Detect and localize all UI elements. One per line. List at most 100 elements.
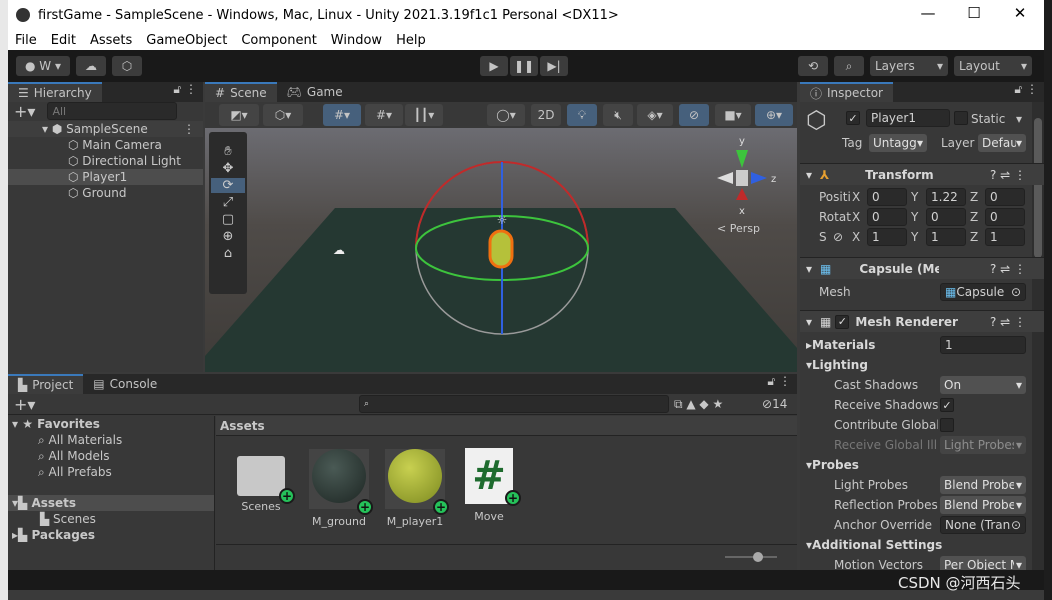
- transform-tool-icon[interactable]: ⊕: [223, 229, 234, 244]
- effects-icon[interactable]: ◈▾: [637, 104, 673, 126]
- receive-shadows-checkbox[interactable]: ✓: [940, 398, 954, 412]
- minimize-button[interactable]: —: [908, 4, 948, 22]
- component-menu-icons[interactable]: ? ⇌ ⋮: [990, 262, 1044, 276]
- lock-icon[interactable]: 🔓︎ ⋮: [767, 374, 797, 394]
- close-button[interactable]: ✕: [1000, 4, 1040, 22]
- mesh-field[interactable]: ▦ Capsule ⊙: [940, 283, 1026, 301]
- asset-m-ground[interactable]: + M_ground: [304, 446, 374, 528]
- transform-z-input[interactable]: 0: [985, 188, 1025, 206]
- layout-dropdown[interactable]: Layout ▾: [954, 56, 1032, 76]
- menu-window[interactable]: Window: [324, 33, 389, 48]
- scene-viewport[interactable]: ☼ ☁ y z x < Persp: [205, 128, 797, 372]
- favorite-item[interactable]: ⌕ All Models: [8, 448, 214, 464]
- tab-game[interactable]: 🎮︎ Game: [277, 82, 353, 102]
- lock-icon[interactable]: 🔓︎ ⋮: [1014, 82, 1044, 102]
- custom-tool-icon[interactable]: ⌂: [224, 246, 232, 261]
- tab-project[interactable]: ▙ Project: [8, 374, 84, 394]
- gizmos-icon[interactable]: ⊕▾: [755, 104, 793, 126]
- scenes-folder[interactable]: ▙ Scenes: [8, 511, 214, 527]
- transform-y-input[interactable]: 0: [926, 208, 966, 226]
- audio-toggle-icon[interactable]: 🔇︎: [603, 104, 633, 126]
- tag-dropdown[interactable]: Untagged▾: [869, 134, 927, 152]
- increment-snap-icon[interactable]: ┃┃▾: [405, 104, 443, 126]
- mesh-renderer-enabled[interactable]: ✓: [835, 314, 850, 329]
- camera-icon[interactable]: ■▾: [715, 104, 751, 126]
- scale-tool-icon[interactable]: ⤢: [223, 195, 233, 210]
- probes-row[interactable]: ▾ Probes: [800, 456, 1044, 474]
- favorites-item[interactable]: ▾ ★ Favorites: [8, 416, 214, 432]
- create-button[interactable]: +▾: [8, 395, 35, 414]
- layer-dropdown[interactable]: Default▾: [978, 134, 1026, 152]
- account-button[interactable]: ● W ▾: [16, 56, 70, 76]
- lighting-row[interactable]: ▾ Lighting: [800, 356, 1044, 374]
- maximize-button[interactable]: ☐: [954, 4, 994, 22]
- transform-y-input[interactable]: 1.22: [926, 188, 966, 206]
- persp-label[interactable]: < Persp: [717, 222, 760, 235]
- step-button[interactable]: ▶|: [540, 56, 568, 76]
- tab-inspector[interactable]: ⓘ Inspector: [800, 82, 893, 102]
- menu-gameobject[interactable]: GameObject: [139, 33, 234, 48]
- play-button[interactable]: ▶: [480, 56, 508, 76]
- asset-move-script[interactable]: # + Move: [454, 446, 524, 523]
- lighting-toggle-icon[interactable]: 💡︎: [567, 104, 597, 126]
- active-checkbox[interactable]: ✓: [846, 111, 860, 125]
- transform-x-input[interactable]: 0: [867, 208, 907, 226]
- zoom-slider[interactable]: [725, 552, 777, 562]
- static-checkbox[interactable]: [954, 111, 968, 125]
- tab-console[interactable]: ▤ Console: [83, 374, 167, 394]
- render-mode-icon[interactable]: ⬡▾: [263, 104, 303, 126]
- search-by-type-icon[interactable]: ⧉ ▲ ◆ ★: [674, 397, 723, 412]
- pause-button[interactable]: ❚❚: [510, 56, 538, 76]
- contribute-gi-checkbox[interactable]: [940, 418, 954, 432]
- component-menu-icons[interactable]: ? ⇌ ⋮: [990, 168, 1044, 182]
- transform-z-input[interactable]: 0: [985, 208, 1025, 226]
- transform-z-input[interactable]: 1: [985, 228, 1025, 246]
- favorite-item[interactable]: ⌕ All Prefabs: [8, 464, 214, 480]
- history-icon[interactable]: ⟲: [798, 56, 828, 76]
- static-dropdown[interactable]: ▾: [1016, 112, 1022, 126]
- menu-help[interactable]: Help: [389, 33, 433, 48]
- assets-folder[interactable]: ▾ ▙ Assets: [8, 495, 214, 511]
- hand-tool-icon[interactable]: ✋︎: [224, 144, 231, 159]
- 2d-toggle[interactable]: 2D: [531, 104, 561, 126]
- menu-component[interactable]: Component: [234, 33, 323, 48]
- materials-field[interactable]: 1: [940, 336, 1026, 354]
- transform-x-input[interactable]: 0: [867, 188, 907, 206]
- shading-icon[interactable]: ◯▾: [487, 104, 525, 126]
- reflection-probes-dropdown[interactable]: Blend Probes▾: [940, 496, 1026, 514]
- project-search-input[interactable]: ⌕: [359, 395, 669, 413]
- move-tool-icon[interactable]: ✥: [223, 161, 234, 176]
- transform-x-input[interactable]: 1: [867, 228, 907, 246]
- hierarchy-item[interactable]: ⬡ Directional Light: [8, 153, 203, 169]
- rotate-tool-icon[interactable]: ⟳: [211, 178, 245, 193]
- grid-snap-icon[interactable]: #▾: [323, 104, 361, 126]
- scene-root[interactable]: ▾ ⬢ SampleScene ⋮: [8, 121, 203, 137]
- additional-row[interactable]: ▾ Additional Settings: [800, 536, 1044, 554]
- tab-scene[interactable]: # Scene: [205, 82, 277, 102]
- light-probes-dropdown[interactable]: Blend Probes▾: [940, 476, 1026, 494]
- hierarchy-search-input[interactable]: All: [47, 102, 178, 120]
- collab-icon[interactable]: ⬡: [112, 56, 142, 76]
- menu-assets[interactable]: Assets: [83, 33, 139, 48]
- hierarchy-item[interactable]: ⬡ Ground: [8, 185, 203, 201]
- add-button[interactable]: +▾: [14, 102, 35, 121]
- hidden-toggle-icon[interactable]: ⊘: [679, 104, 709, 126]
- draw-mode-icon[interactable]: ◩▾: [219, 104, 259, 126]
- layers-dropdown[interactable]: Layers ▾: [870, 56, 948, 76]
- constrain-proportions-icon[interactable]: ⊘: [833, 230, 843, 244]
- anchor-field[interactable]: None (Transform)⊙: [940, 516, 1026, 534]
- object-name-input[interactable]: Player1: [866, 109, 950, 127]
- asset-m-player1[interactable]: + M_player1: [380, 446, 450, 528]
- tab-hierarchy[interactable]: ☰ Hierarchy: [8, 82, 102, 102]
- hierarchy-item[interactable]: ⬡ Main Camera: [8, 137, 203, 153]
- packages-folder[interactable]: ▸ ▙ Packages: [8, 527, 214, 543]
- search-icon[interactable]: ⌕: [834, 56, 864, 76]
- lock-icon[interactable]: 🔓︎ ⋮: [173, 82, 203, 102]
- cloud-icon[interactable]: ☁: [76, 56, 106, 76]
- rect-tool-icon[interactable]: ▢: [222, 212, 234, 227]
- transform-header[interactable]: ▾ ⅄ Transform? ⇌ ⋮: [800, 163, 1044, 185]
- hidden-packages-toggle[interactable]: ⊘14: [762, 397, 787, 411]
- favorite-item[interactable]: ⌕ All Materials: [8, 432, 214, 448]
- component-menu-icons[interactable]: ? ⇌ ⋮: [990, 315, 1044, 329]
- menu-file[interactable]: File: [8, 33, 44, 48]
